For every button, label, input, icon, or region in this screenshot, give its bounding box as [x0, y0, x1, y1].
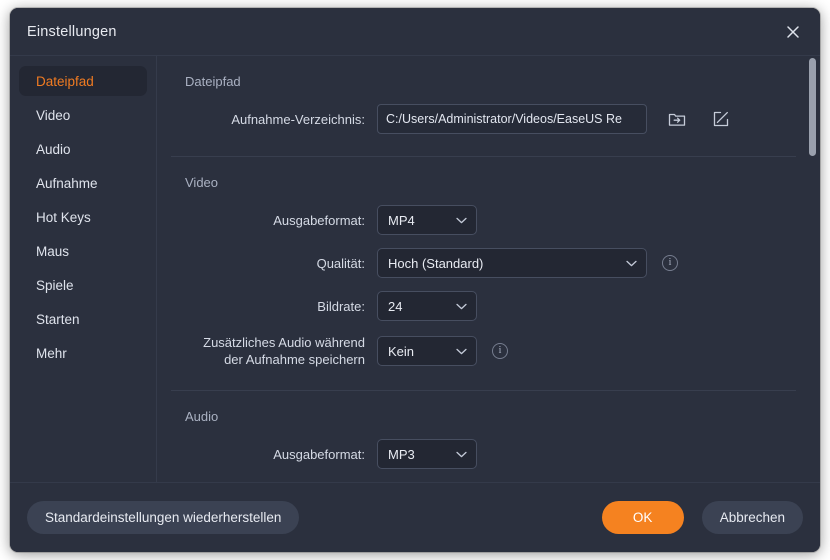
row-video-ausgabeformat: Ausgabeformat: MP4	[185, 205, 792, 235]
row-video-qualitaet: Qualität: Hoch (Standard) i	[185, 248, 792, 278]
section-audio: Audio Ausgabeformat: MP3	[157, 391, 820, 469]
video-quality-value: Hoch (Standard)	[388, 255, 484, 271]
section-heading-video: Video	[185, 175, 219, 190]
record-dir-input[interactable]: C:/Users/Administrator/Videos/EaseUS Re	[377, 104, 647, 134]
video-framerate-value: 24	[388, 298, 403, 314]
sidebar-item-hot-keys[interactable]: Hot Keys	[19, 202, 147, 232]
row-video-bildrate: Bildrate: 24	[185, 291, 792, 321]
folder-open-icon[interactable]	[663, 105, 691, 133]
settings-dialog: Einstellungen Dateipfad Video Audio Aufn…	[10, 8, 820, 552]
audio-format-value: MP3	[388, 446, 415, 462]
screen: Einstellungen Dateipfad Video Audio Aufn…	[0, 0, 830, 560]
sidebar-item-aufnahme[interactable]: Aufnahme	[19, 168, 147, 198]
video-framerate-select[interactable]: 24	[377, 291, 477, 321]
sidebar-item-audio[interactable]: Audio	[19, 134, 147, 164]
content-scrollbar-track[interactable]	[809, 58, 816, 480]
sidebar-item-label: Hot Keys	[36, 209, 91, 225]
extra-audio-label-line2: der Aufnahme speichern	[224, 352, 365, 367]
video-format-value: MP4	[388, 212, 415, 228]
close-icon[interactable]	[778, 17, 808, 47]
sidebar-item-label: Video	[36, 107, 71, 123]
row-aufnahme-verzeichnis: Aufnahme-Verzeichnis: C:/Users/Administr…	[185, 104, 792, 134]
restore-defaults-button[interactable]: Standardeinstellungen wiederherstellen	[27, 501, 300, 534]
chevron-down-icon	[626, 254, 637, 272]
sidebar-item-label: Spiele	[36, 277, 74, 293]
edit-pencil-icon[interactable]	[707, 105, 735, 133]
section-dateipfad: Dateipfad Aufnahme-Verzeichnis: C:/Users…	[157, 56, 820, 134]
sidebar-item-starten[interactable]: Starten	[19, 304, 147, 334]
chevron-down-icon	[456, 445, 467, 463]
extra-audio-select[interactable]: Kein	[377, 336, 477, 366]
dialog-body: Dateipfad Video Audio Aufnahme Hot Keys …	[10, 56, 820, 482]
section-heading-audio: Audio	[185, 409, 219, 424]
audio-format-label: Ausgabeformat:	[273, 446, 365, 462]
sidebar-item-dateipfad[interactable]: Dateipfad	[19, 66, 147, 96]
content-scrollbar-thumb[interactable]	[809, 58, 816, 156]
record-dir-label: Aufnahme-Verzeichnis:	[231, 111, 365, 127]
sidebar-item-label: Audio	[36, 141, 71, 157]
sidebar-item-label: Dateipfad	[36, 73, 94, 89]
sidebar-item-label: Mehr	[36, 345, 67, 361]
extra-audio-label-line1: Zusätzliches Audio während	[203, 335, 365, 350]
sidebar-item-mehr[interactable]: Mehr	[19, 338, 147, 368]
row-audio-ausgabeformat: Ausgabeformat: MP3	[185, 439, 792, 469]
sidebar-item-label: Starten	[36, 311, 80, 327]
dialog-footer: Standardeinstellungen wiederherstellen O…	[10, 482, 820, 552]
video-quality-label: Qualität:	[316, 255, 365, 271]
sidebar-item-video[interactable]: Video	[19, 100, 147, 130]
title-bar: Einstellungen	[10, 8, 820, 56]
quality-info-icon[interactable]: i	[662, 255, 678, 271]
chevron-down-icon	[456, 342, 467, 360]
cancel-button[interactable]: Abbrechen	[701, 501, 803, 534]
chevron-down-icon	[456, 211, 467, 229]
sidebar-item-label: Maus	[36, 243, 70, 259]
section-heading-dateipfad: Dateipfad	[185, 74, 241, 89]
page-title: Einstellungen	[27, 23, 117, 40]
extra-audio-label: Zusätzliches Audio während der Aufnahme …	[185, 334, 377, 368]
settings-content: Dateipfad Aufnahme-Verzeichnis: C:/Users…	[157, 56, 820, 482]
video-quality-select[interactable]: Hoch (Standard)	[377, 248, 647, 278]
extra-audio-value: Kein	[388, 343, 415, 359]
video-framerate-label: Bildrate:	[317, 298, 365, 314]
sidebar-item-maus[interactable]: Maus	[19, 236, 147, 266]
extra-audio-info-icon[interactable]: i	[492, 343, 508, 359]
chevron-down-icon	[456, 297, 467, 315]
sidebar-item-spiele[interactable]: Spiele	[19, 270, 147, 300]
video-format-select[interactable]: MP4	[377, 205, 477, 235]
ok-button[interactable]: OK	[601, 501, 684, 534]
section-video: Video Ausgabeformat: MP4 Qualität: Hoch …	[157, 157, 820, 368]
row-video-zusaetzliches-audio: Zusätzliches Audio während der Aufnahme …	[185, 334, 792, 368]
video-format-label: Ausgabeformat:	[273, 212, 365, 228]
sidebar-item-label: Aufnahme	[36, 175, 98, 191]
content-scroll-area: Dateipfad Aufnahme-Verzeichnis: C:/Users…	[157, 56, 820, 482]
audio-format-select[interactable]: MP3	[377, 439, 477, 469]
sidebar: Dateipfad Video Audio Aufnahme Hot Keys …	[10, 56, 157, 482]
